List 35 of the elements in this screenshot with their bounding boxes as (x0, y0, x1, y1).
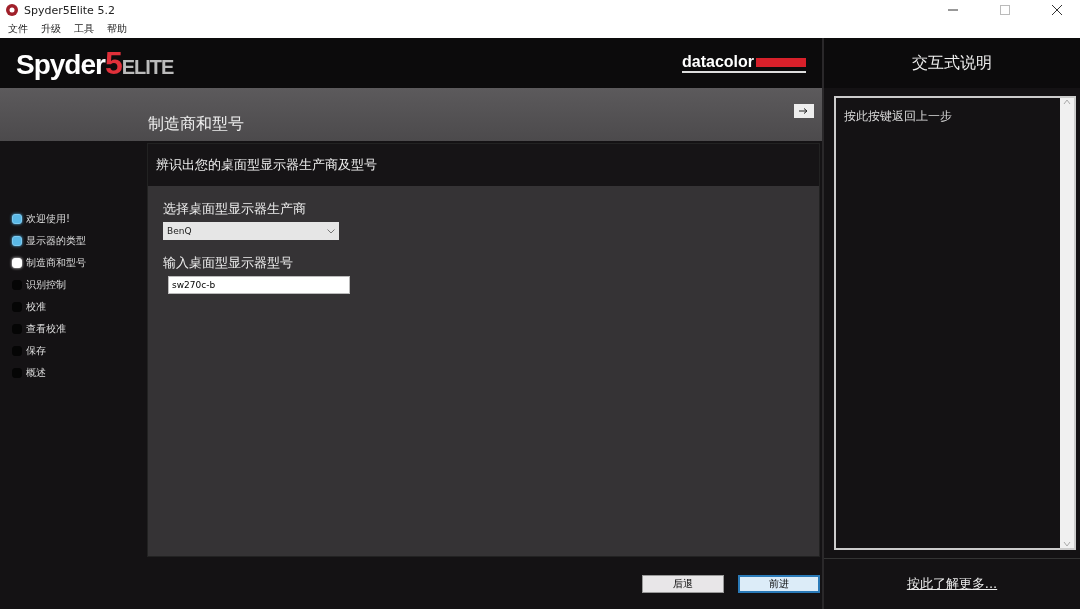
menu-item[interactable]: 帮助 (107, 22, 127, 36)
menu-item[interactable]: 工具 (74, 22, 94, 36)
step-label[interactable]: 识别控制 (26, 278, 66, 292)
menu-item[interactable]: 升级 (41, 22, 61, 36)
app-icon (6, 4, 18, 16)
learn-more-link[interactable]: 按此了解更多... (906, 575, 998, 593)
step-label[interactable]: 欢迎使用! (26, 212, 70, 226)
arrow-icon (799, 108, 809, 114)
maximize-icon (1000, 5, 1010, 15)
window-title: Spyder5Elite 5.2 (24, 3, 116, 17)
step-label[interactable]: 显示器的类型 (26, 234, 86, 248)
step-label[interactable]: 制造商和型号 (26, 256, 86, 270)
manufacturer-label: 选择桌面型显示器生产商 (163, 200, 307, 218)
close-icon (1052, 5, 1062, 15)
scroll-down-icon (1063, 540, 1071, 548)
arrow-button[interactable] (794, 104, 814, 118)
datacolor-logo: datacolor (682, 53, 806, 73)
scroll-up-icon (1063, 98, 1071, 106)
step-label[interactable]: 查看校准 (26, 322, 66, 336)
model-label: 输入桌面型显示器型号 (163, 254, 294, 272)
manufacturer-dropdown[interactable]: BenQ (163, 222, 339, 240)
chevron-icon (327, 228, 335, 234)
model-input-field[interactable]: sw270c-b (168, 276, 350, 294)
page-title: 制造商和型号 (148, 114, 245, 135)
help-title: 交互式说明 (912, 52, 992, 74)
step-label[interactable]: 概述 (26, 366, 46, 380)
menu-item[interactable]: 文件 (8, 22, 28, 36)
nav-button[interactable]: 前进 (738, 575, 820, 593)
help-text: 按此按键返回上一步 (843, 108, 953, 125)
step-label[interactable]: 校准 (26, 300, 46, 314)
scrollbar[interactable] (1060, 98, 1074, 548)
panel-heading: 辨识出您的桌面型显示器生产商及型号 (156, 156, 377, 174)
nav-button[interactable]: 后退 (642, 575, 724, 593)
step-label[interactable]: 保存 (26, 344, 46, 358)
spyder-logo: Spyder5ELITE (16, 44, 174, 82)
